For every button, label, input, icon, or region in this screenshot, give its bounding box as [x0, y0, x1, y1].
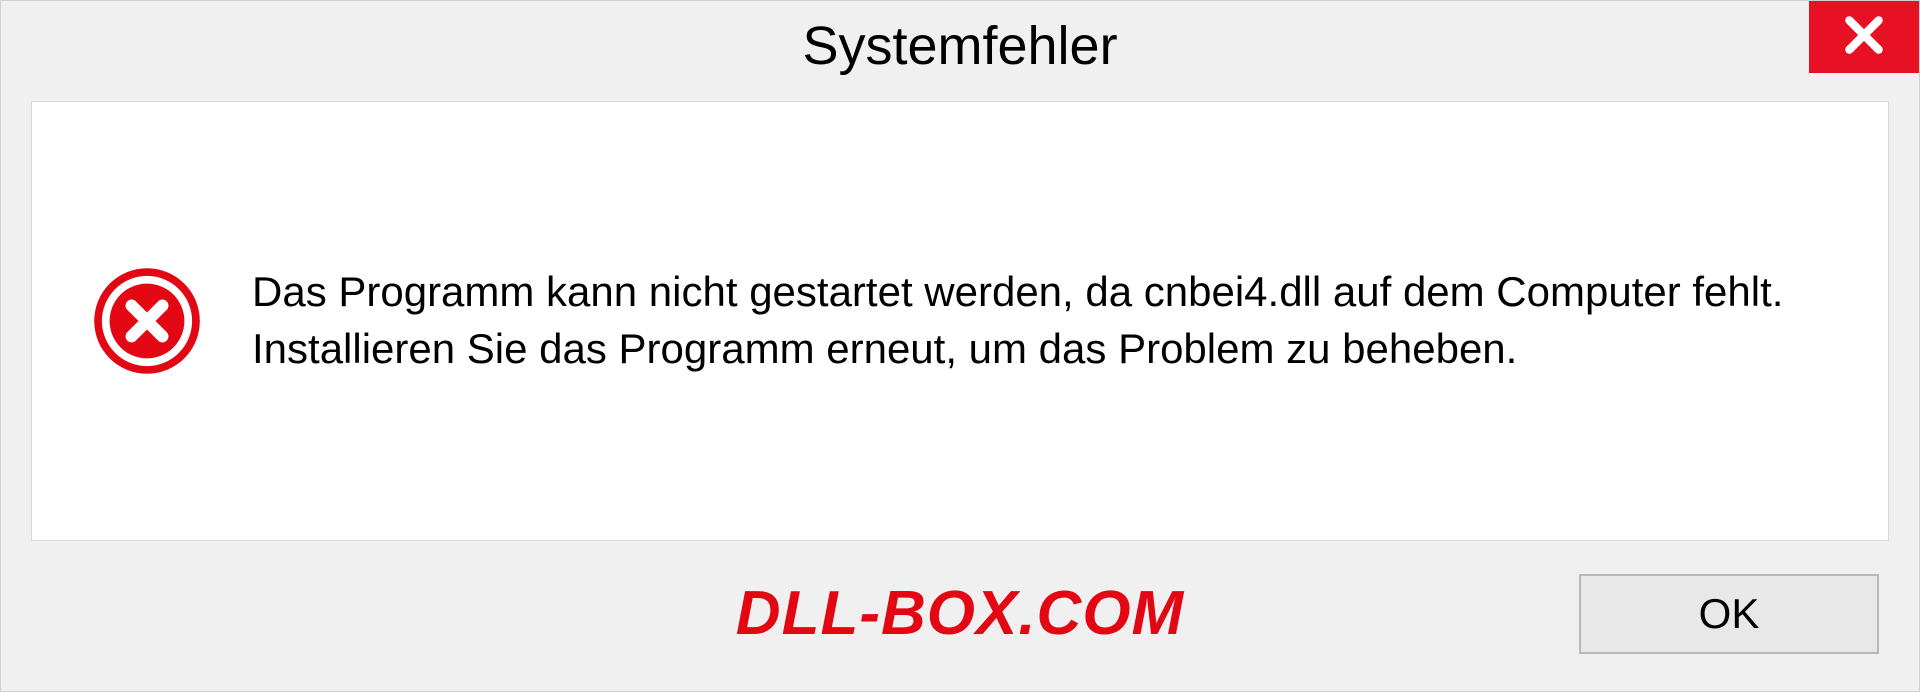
title-bar: Systemfehler [1, 1, 1919, 91]
ok-button[interactable]: OK [1579, 574, 1879, 654]
error-icon [92, 266, 202, 376]
watermark-text: DLL-BOX.COM [736, 578, 1184, 649]
dialog-title: Systemfehler [802, 15, 1117, 77]
dialog-footer: DLL-BOX.COM OK [1, 561, 1919, 691]
message-panel: Das Programm kann nicht gestartet werden… [31, 101, 1889, 541]
system-error-dialog: Systemfehler Das Programm kann nicht ges… [0, 0, 1920, 692]
close-button[interactable] [1809, 1, 1919, 73]
error-message: Das Programm kann nicht gestartet werden… [252, 264, 1828, 377]
close-icon [1842, 13, 1886, 62]
